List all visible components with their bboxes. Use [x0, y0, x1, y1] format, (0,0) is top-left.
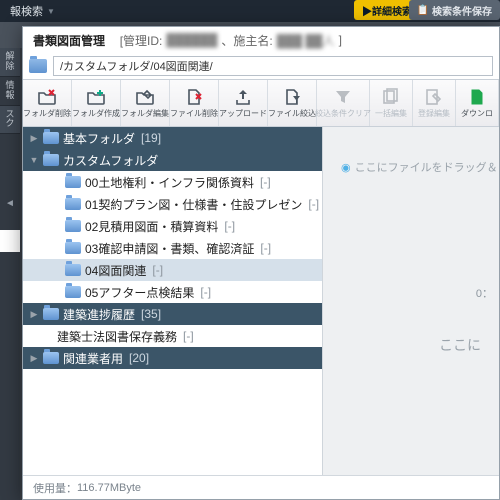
- toolbar-label: ダウンロ: [461, 108, 493, 119]
- folder-icon: [43, 308, 59, 320]
- toolbar-label: アップロード: [219, 108, 267, 119]
- path-input[interactable]: [53, 56, 493, 76]
- bg-left-cell: スク: [0, 106, 20, 135]
- toolbar-file-del[interactable]: ファイル削除: [170, 80, 219, 126]
- tree-root[interactable]: ▼カスタムフォルダ: [23, 149, 322, 171]
- drop-zone[interactable]: ◉ここにファイルをドラッグ＆ドロッ 0： ここに: [323, 127, 499, 475]
- dialog-title: 書類図面管理 [管理ID:██████、施主名:███ ██人]: [23, 27, 499, 53]
- toolbar-folder-add[interactable]: フォルダ作成: [72, 80, 121, 126]
- toolbar-upload[interactable]: アップロード: [219, 80, 268, 126]
- document-manager-dialog: 書類図面管理 [管理ID:██████、施主名:███ ██人] フォルダ削除フ…: [22, 26, 500, 500]
- folder-add-icon: [86, 88, 106, 106]
- tree-child[interactable]: 03確認申請図・書類、確認済証[-]: [23, 237, 322, 259]
- bg-left-cell: 情報: [0, 77, 20, 106]
- save-cond-button[interactable]: 📋 検索条件保存: [409, 0, 500, 20]
- folder-icon: [65, 198, 81, 210]
- tree-child[interactable]: 02見積用図面・積算資料[-]: [23, 215, 322, 237]
- toolbar-label: 一括編集: [375, 108, 407, 119]
- folder-icon: [43, 352, 59, 364]
- file-del-icon: [184, 88, 204, 106]
- toolbar-download[interactable]: ダウンロ: [456, 80, 499, 126]
- toolbar-batch-pub: 一括編集: [370, 80, 413, 126]
- twisty-icon[interactable]: ▼: [29, 155, 39, 165]
- toolbar-filter-clear: 絞込条件クリア: [317, 80, 370, 126]
- tree-root[interactable]: ▶基本フォルダ[19]: [23, 127, 322, 149]
- folder-icon: [65, 286, 81, 298]
- twisty-icon[interactable]: ▶: [29, 353, 39, 364]
- toolbar-label: フォルダ作成: [72, 108, 120, 119]
- tree-root[interactable]: ▶建築進捗履歴[35]: [23, 303, 322, 325]
- toolbar-label: 登録編集: [418, 108, 450, 119]
- folder-icon: [65, 220, 81, 232]
- toolbar-folder-edit[interactable]: フォルダ編集: [121, 80, 170, 126]
- drop-center-text: ここに: [439, 335, 481, 355]
- upload-icon: [233, 88, 253, 106]
- tree-child[interactable]: 01契約プラン図・仕様書・住設プレゼン[-]: [23, 193, 322, 215]
- tree-child[interactable]: 05アフター点検結果[-]: [23, 281, 322, 303]
- folder-icon: [43, 154, 59, 166]
- toolbar-label: ファイル絞込: [268, 108, 316, 119]
- batch-edit-icon: [424, 88, 444, 106]
- twisty-icon[interactable]: ▶: [29, 309, 39, 320]
- bg-left-cell: 解除: [0, 48, 20, 77]
- folder-tree[interactable]: ▶基本フォルダ[19]▼カスタムフォルダ00土地権利・インフラ関係資料[-]01…: [23, 127, 323, 475]
- toolbar-label: ファイル削除: [170, 108, 218, 119]
- toolbar: フォルダ削除フォルダ作成フォルダ編集ファイル削除アップロードファイル絞込絞込条件…: [23, 79, 499, 127]
- tree-child[interactable]: 04図面関連[-]: [23, 259, 322, 281]
- pin-icon: ◉: [341, 162, 351, 174]
- folder-edit-icon: [135, 88, 155, 106]
- filter-clear-icon: [333, 88, 353, 106]
- twisty-icon[interactable]: ▶: [29, 133, 39, 144]
- toolbar-folder-del[interactable]: フォルダ削除: [23, 80, 72, 126]
- tree-child[interactable]: 00土地権利・インフラ関係資料[-]: [23, 171, 322, 193]
- folder-icon: [43, 132, 59, 144]
- toolbar-label: 絞込条件クリア: [315, 108, 371, 119]
- folder-del-icon: [37, 88, 57, 106]
- folder-icon: [65, 176, 81, 188]
- drop-hint: ◉ここにファイルをドラッグ＆ドロッ: [341, 159, 499, 175]
- batch-pub-icon: [381, 88, 401, 106]
- folder-icon: [29, 59, 47, 73]
- toolbar-batch-edit: 登録編集: [413, 80, 456, 126]
- toolbar-file-filter[interactable]: ファイル絞込: [268, 80, 317, 126]
- folder-icon: [65, 264, 81, 276]
- time-label: 0：: [476, 285, 493, 301]
- file-filter-icon: [282, 88, 302, 106]
- toolbar-label: フォルダ編集: [121, 108, 169, 119]
- tree-root[interactable]: ▶関連業者用[20]: [23, 347, 322, 369]
- toolbar-label: フォルダ削除: [23, 108, 71, 119]
- chevron-left-icon[interactable]: ◄: [0, 194, 20, 213]
- bg-search-label: 報検索▼: [10, 3, 55, 19]
- download-icon: [467, 88, 487, 106]
- tree-root[interactable]: 建築士法図書保存義務[-]: [23, 325, 322, 347]
- footer: 使用量：116.77MByte: [23, 475, 499, 499]
- folder-icon: [65, 242, 81, 254]
